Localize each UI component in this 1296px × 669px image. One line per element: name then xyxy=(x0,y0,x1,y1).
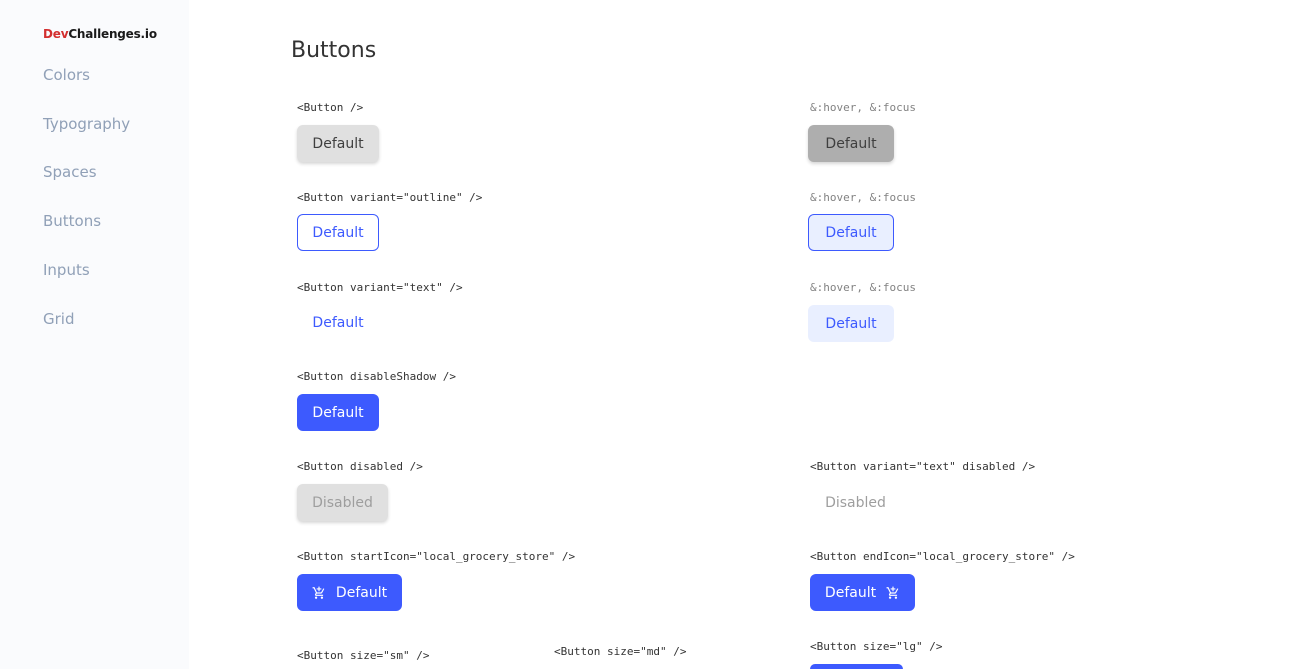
text-disabled-button[interactable]: Disabled xyxy=(810,484,901,521)
page-title: Buttons xyxy=(291,38,377,63)
default-hover-button[interactable]: Default xyxy=(808,125,894,162)
disable-shadow-label: <Button disableShadow /> xyxy=(297,370,456,383)
end-icon-label: <Button endIcon="local_grocery_store" /> xyxy=(810,550,1075,563)
end-icon-button-label: Default xyxy=(824,584,877,601)
logo-dev: Dev xyxy=(43,27,69,41)
sidebar-item-typography[interactable]: Typography xyxy=(43,115,130,133)
sidebar-item-spaces[interactable]: Spaces xyxy=(43,163,97,181)
sidebar-item-colors[interactable]: Colors xyxy=(43,66,90,84)
logo-rest: Challenges.io xyxy=(68,27,157,41)
cart-icon xyxy=(312,586,325,599)
disable-shadow-button[interactable]: Default xyxy=(297,394,379,431)
start-icon-label: <Button startIcon="local_grocery_store" … xyxy=(297,550,576,563)
text-hover-label: &:hover, &:focus xyxy=(810,281,916,294)
cart-icon xyxy=(886,586,899,599)
size-lg-button[interactable] xyxy=(810,664,903,669)
size-sm-label: <Button size="sm" /> xyxy=(297,649,430,662)
start-icon-button-label: Default xyxy=(335,584,388,601)
logo[interactable]: DevChallenges.io xyxy=(43,27,157,41)
default-label: <Button /> xyxy=(297,101,364,114)
end-icon-button[interactable]: Default xyxy=(810,574,915,611)
text-disabled-label: <Button variant="text" disabled /> xyxy=(810,460,1036,473)
text-label: <Button variant="text" /> xyxy=(297,281,463,294)
text-button[interactable]: Default xyxy=(297,304,379,341)
sidebar-item-buttons[interactable]: Buttons xyxy=(43,212,101,230)
default-hover-label: &:hover, &:focus xyxy=(810,101,916,114)
outline-button[interactable]: Default xyxy=(297,214,379,251)
outline-hover-label: &:hover, &:focus xyxy=(810,191,916,204)
disabled-button[interactable]: Disabled xyxy=(297,484,388,521)
outline-hover-button[interactable]: Default xyxy=(808,214,894,251)
disabled-label: <Button disabled /> xyxy=(297,460,423,473)
outline-label: <Button variant="outline" /> xyxy=(297,191,483,204)
sidebar-item-grid[interactable]: Grid xyxy=(43,310,74,328)
text-hover-button[interactable]: Default xyxy=(808,305,894,342)
size-md-label: <Button size="md" /> xyxy=(554,645,687,658)
start-icon-button[interactable]: Default xyxy=(297,574,402,611)
sidebar-item-inputs[interactable]: Inputs xyxy=(43,261,90,279)
sidebar: DevChallenges.io Colors Typography Space… xyxy=(0,0,189,669)
size-lg-label: <Button size="lg" /> xyxy=(810,640,943,653)
default-button[interactable]: Default xyxy=(297,125,379,162)
